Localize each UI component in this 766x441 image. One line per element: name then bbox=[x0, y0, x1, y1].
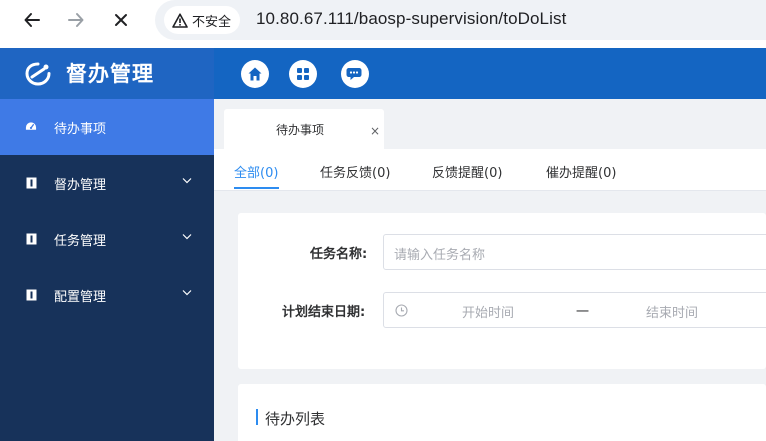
security-indicator[interactable]: 不安全 bbox=[164, 6, 241, 34]
sidebar-item-supervision[interactable]: 督办管理 bbox=[0, 155, 214, 211]
sidebar-item-label: 任务管理 bbox=[54, 234, 107, 249]
home-icon bbox=[248, 67, 262, 81]
active-tab-indicator bbox=[234, 187, 279, 189]
app-logo-icon bbox=[25, 62, 51, 86]
start-date-input[interactable]: 开始时间 bbox=[462, 302, 514, 321]
section-title-marker bbox=[256, 409, 258, 425]
message-icon bbox=[346, 68, 362, 80]
main-content: 待办事项 × 全部(0) 任务反馈(0) 反馈提醒(0) 催办提醒(0) 任务名… bbox=[214, 99, 766, 441]
chevron-down-icon bbox=[182, 290, 192, 296]
warning-triangle-icon bbox=[172, 12, 188, 28]
security-label: 不安全 bbox=[192, 14, 232, 30]
sidebar-item-label: 待办事项 bbox=[54, 122, 107, 137]
dashboard-gauge-icon bbox=[25, 120, 37, 133]
url-text[interactable]: 10.80.67.111/baosp-supervision/toDoList bbox=[256, 9, 566, 29]
search-form: 任务名称: 请输入任务名称 计划结束日期: 开始时间 一 结束时间 bbox=[238, 213, 766, 369]
toolbar-divider bbox=[0, 40, 766, 48]
message-button[interactable] bbox=[341, 60, 369, 88]
filter-tab-feedback-reminder[interactable]: 反馈提醒(0) bbox=[432, 162, 502, 181]
end-date-label: 计划结束日期: bbox=[282, 305, 366, 320]
end-date-range-picker[interactable]: 开始时间 一 结束时间 bbox=[383, 292, 766, 328]
page-tabbar: 待办事项 × bbox=[214, 99, 766, 149]
chevron-down-icon bbox=[182, 234, 192, 240]
end-date-input[interactable]: 结束时间 bbox=[646, 302, 698, 321]
dashboard-icon bbox=[297, 68, 309, 80]
forward-arrow-icon bbox=[68, 13, 84, 27]
home-button[interactable] bbox=[241, 60, 269, 88]
back-button[interactable] bbox=[20, 8, 44, 32]
menu-block-icon bbox=[25, 232, 37, 245]
tab-close-icon[interactable]: × bbox=[370, 125, 380, 137]
filter-tabs: 全部(0) 任务反馈(0) 反馈提醒(0) 催办提醒(0) bbox=[214, 149, 766, 191]
date-range-separator: 一 bbox=[576, 305, 590, 320]
back-arrow-icon bbox=[24, 13, 40, 27]
task-name-label: 任务名称: bbox=[310, 247, 368, 262]
sidebar-item-label: 督办管理 bbox=[54, 178, 107, 193]
tab-todo[interactable]: 待办事项 × bbox=[224, 109, 384, 149]
filter-tab-urge-reminder[interactable]: 催办提醒(0) bbox=[546, 162, 616, 181]
app-title: 督办管理 bbox=[66, 62, 154, 86]
stop-button[interactable] bbox=[109, 8, 133, 32]
task-name-input[interactable]: 请输入任务名称 bbox=[383, 234, 766, 270]
list-title: 待办列表 bbox=[265, 410, 326, 428]
forward-button[interactable] bbox=[64, 8, 88, 32]
sidebar-item-label: 配置管理 bbox=[54, 290, 107, 305]
filter-tab-all[interactable]: 全部(0) bbox=[234, 162, 278, 181]
task-name-placeholder: 请输入任务名称 bbox=[394, 248, 486, 263]
sidebar-item-config[interactable]: 配置管理 bbox=[0, 267, 214, 323]
browser-toolbar: 不安全 10.80.67.111/baosp-supervision/toDoL… bbox=[0, 0, 766, 40]
todo-list-panel: 待办列表 bbox=[238, 384, 766, 441]
sidebar-item-todo[interactable]: 待办事项 bbox=[0, 99, 214, 155]
tab-label: 待办事项 bbox=[276, 123, 325, 137]
close-icon bbox=[115, 14, 127, 26]
app-header: 督办管理 bbox=[0, 48, 766, 99]
chevron-down-icon bbox=[182, 178, 192, 184]
menu-block-icon bbox=[25, 288, 37, 301]
dashboard-button[interactable] bbox=[289, 60, 317, 88]
address-bar[interactable]: 不安全 10.80.67.111/baosp-supervision/toDoL… bbox=[155, 0, 766, 40]
sidebar-item-tasks[interactable]: 任务管理 bbox=[0, 211, 214, 267]
logo-area: 督办管理 bbox=[0, 48, 214, 99]
clock-icon bbox=[395, 304, 408, 317]
sidebar: 待办事项 督办管理 任务管理 配置管理 bbox=[0, 99, 214, 441]
menu-block-icon bbox=[25, 176, 37, 189]
filter-tab-feedback[interactable]: 任务反馈(0) bbox=[320, 162, 390, 181]
